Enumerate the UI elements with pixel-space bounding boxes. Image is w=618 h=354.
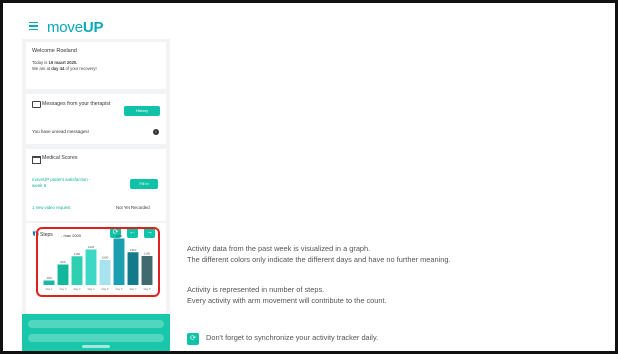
bar-value-label: 1150 (74, 252, 81, 256)
survey-link[interactable]: moveUP patient satisfaction - week 6 (32, 177, 102, 189)
x-tick-label: Day 2 (60, 287, 67, 291)
steps-bar (99, 260, 111, 285)
x-tick-label: Day 7 (130, 287, 137, 291)
medical-scores-title: Medical Scores (42, 155, 78, 161)
hamburger-menu-icon[interactable] (29, 22, 38, 31)
x-tick-label: Day 5 (102, 287, 109, 291)
bar-value-label: 1860 (116, 234, 123, 238)
messages-title: Messages from your therapist (42, 101, 111, 107)
x-tick-label: Day 4 (88, 287, 95, 291)
sync-icon: ⟳ (187, 333, 199, 345)
bottom-navigation (22, 314, 170, 351)
bar-value-label: 1310 (130, 248, 137, 252)
annotation-line-2: The different colors only indicate the d… (187, 254, 451, 264)
messages-card: Messages from your therapist History You… (26, 94, 166, 144)
bar-value-label: 1000 (102, 256, 109, 260)
folder-icon (32, 156, 41, 164)
bottom-nav-row[interactable] (28, 334, 164, 342)
steps-bar (127, 252, 139, 285)
app-header: moveUP · · (22, 15, 170, 39)
today-text: Today is 16 maart 2020. We are at day 44… (32, 60, 97, 72)
bottom-nav-row[interactable] (28, 320, 164, 328)
video-status: Not Yet Recorded (116, 205, 150, 210)
today-prefix: Today is (32, 60, 49, 65)
annotation-line-1: Activity data from the past week is visu… (187, 244, 371, 253)
welcome-card: Welcome Roeland Today is 16 maart 2020. … (26, 42, 166, 89)
annotation-graph: Activity data from the past week is visu… (187, 244, 451, 265)
x-tick-label: Day 3 (74, 287, 81, 291)
annotation-steps: Activity is represented in number of ste… (187, 285, 387, 306)
history-button[interactable]: History (124, 106, 160, 116)
medical-scores-card: Medical Scores moveUP patient satisfacti… (26, 149, 166, 221)
app-logo: moveUP (47, 19, 104, 36)
info-icon[interactable]: i (153, 129, 159, 135)
drag-handle[interactable] (82, 345, 110, 348)
steps-bar (113, 238, 125, 285)
bar-value-label: 1160 (144, 252, 151, 256)
steps-bar (71, 256, 83, 285)
x-tick-label: Day 8 (144, 287, 151, 291)
x-tick-label: Day 6 (116, 287, 123, 291)
recovery-day: day 44 (51, 66, 65, 71)
bar-value-label: 180 (46, 276, 51, 280)
logo-prefix: move (47, 19, 83, 36)
welcome-greeting: Welcome Roeland (32, 48, 77, 54)
annotation-line-4: Every activity with arm movement will co… (187, 295, 387, 305)
video-request-link[interactable]: 1 new video request (32, 205, 70, 210)
steps-bar (57, 264, 69, 285)
today-date: 16 maart 2020. (48, 60, 78, 65)
x-tick-label: Day 1 (46, 287, 53, 291)
bar-value-label: 1420 (88, 245, 95, 249)
steps-bar-chart: 180 Day 1 820 Day 2 1150 Day 3 1420 Day 4 1000 Da… (43, 234, 153, 291)
unread-messages-text: You have unread messages! (32, 129, 89, 134)
recovery-prefix: We are at (32, 66, 52, 71)
recovery-suffix: of your recovery! (64, 66, 97, 71)
phone-screen: moveUP · · Welcome Roeland Today is 16 m… (22, 15, 170, 351)
steps-bar (141, 256, 153, 285)
annotation-line-3: Activity is represented in number of ste… (187, 285, 325, 294)
bar-value-label: 820 (60, 260, 65, 264)
steps-bar (85, 249, 97, 285)
status-text: · · (161, 19, 164, 23)
annotation-line-5: Don't forget to synchronize your activit… (206, 333, 379, 342)
steps-bar (43, 280, 55, 285)
logo-suffix: UP (82, 19, 104, 36)
fill-in-button[interactable]: Fill in (130, 179, 158, 189)
